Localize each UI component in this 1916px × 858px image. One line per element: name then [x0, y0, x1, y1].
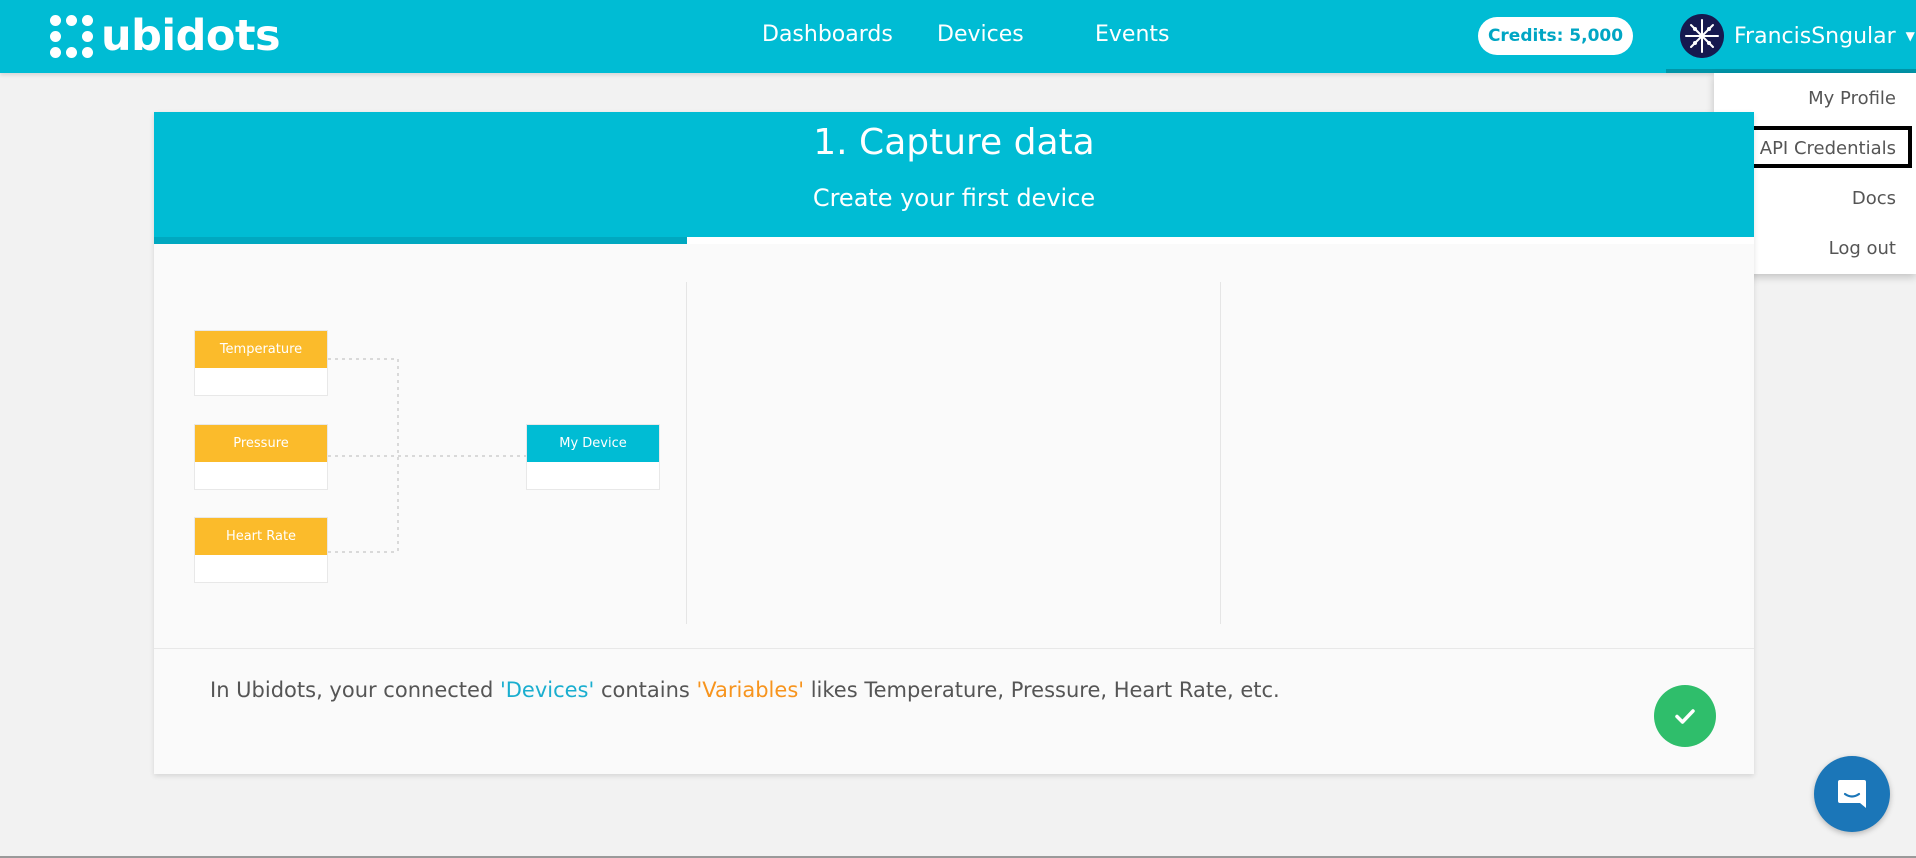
caret-down-icon: ▼ [1905, 29, 1915, 43]
variable-node-pressure: Pressure [194, 424, 328, 490]
description-text: contains [594, 678, 697, 702]
username: FrancisSngular [1734, 23, 1896, 49]
next-step-button[interactable] [1654, 685, 1716, 747]
variable-node-heart-rate: Heart Rate [194, 517, 328, 583]
description-text: likes Temperature, Pressure, Heart Rate,… [804, 678, 1280, 702]
onboarding-card: 1. Capture data Create your first device… [154, 112, 1754, 774]
description-text: In Ubidots, your connected [210, 678, 500, 702]
user-menu-toggle[interactable]: FrancisSngular ▼ [1680, 14, 1915, 58]
ubidots-logo[interactable]: ubidots [50, 8, 281, 64]
chat-icon [1838, 780, 1866, 808]
credits-badge[interactable]: Credits: 5,000 [1478, 17, 1633, 55]
menu-item-my-profile[interactable]: My Profile [1808, 88, 1896, 109]
nav-devices[interactable]: Devices [937, 22, 1024, 47]
nav-events[interactable]: Events [1095, 22, 1170, 47]
variable-node-temperature: Temperature [194, 330, 328, 396]
top-navbar: ubidots Dashboards Devices Events Credit… [0, 0, 1916, 73]
device-node-label: My Device [527, 425, 659, 462]
variable-node-label: Pressure [195, 425, 327, 462]
variable-node-label: Temperature [195, 331, 327, 368]
credits-label: Credits: 5,000 [1487, 26, 1624, 46]
column-divider [1220, 282, 1221, 624]
menu-item-docs[interactable]: Docs [1852, 188, 1896, 209]
check-icon [1675, 709, 1695, 724]
devices-highlight: 'Devices' [499, 678, 595, 702]
variables-highlight: 'Variables' [696, 678, 805, 702]
nav-dashboards[interactable]: Dashboards [762, 22, 893, 47]
logo-text: ubidots [101, 11, 281, 61]
logo-icon [50, 14, 93, 58]
menu-item-log-out[interactable]: Log out [1829, 238, 1896, 259]
avatar [1680, 14, 1724, 58]
chat-launcher-button[interactable] [1814, 756, 1890, 832]
device-node: My Device [526, 424, 660, 490]
footer-divider [154, 648, 1754, 649]
variable-node-label: Heart Rate [195, 518, 327, 555]
step-description: In Ubidots, your connected 'Devices' con… [210, 678, 1280, 702]
